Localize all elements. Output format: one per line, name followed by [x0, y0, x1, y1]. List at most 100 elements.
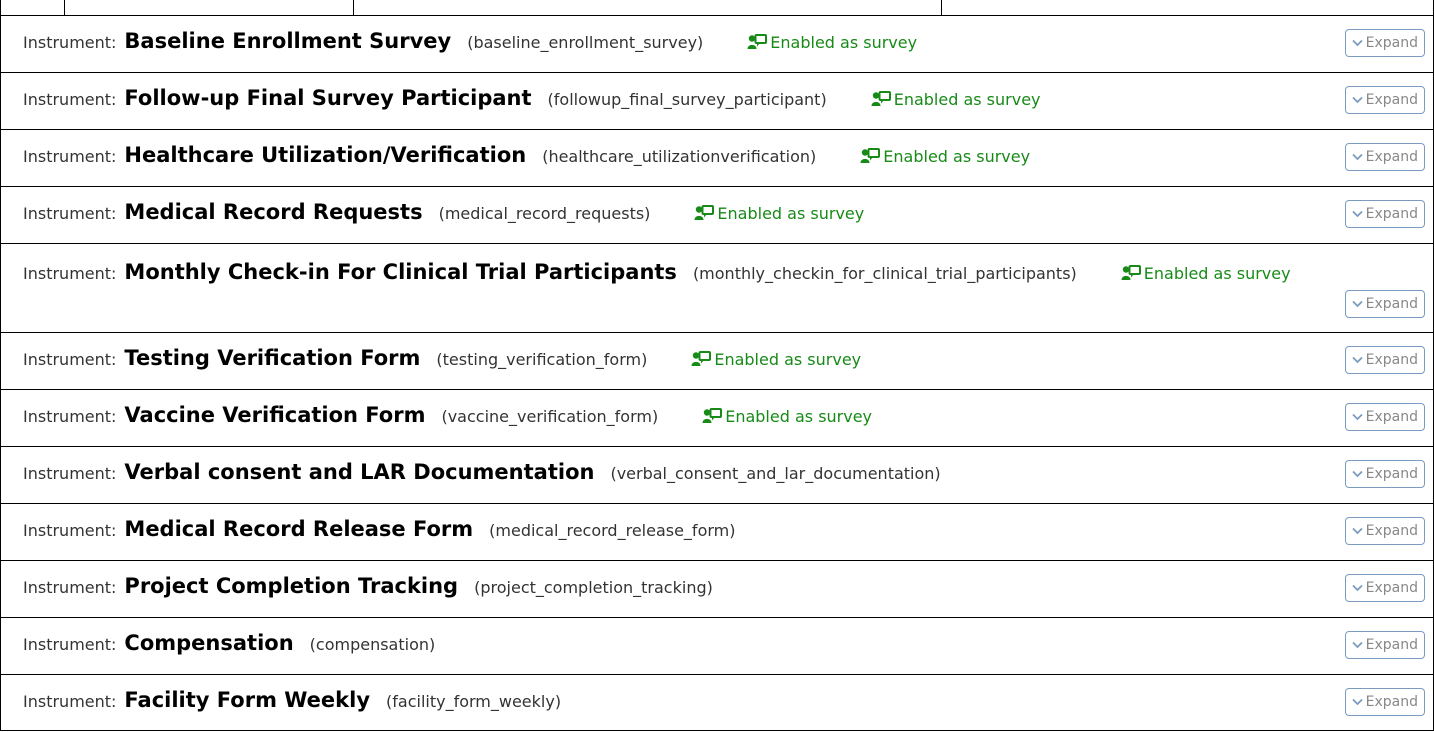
chevron-down-icon — [1352, 96, 1363, 104]
instrument-label: Instrument: — [23, 147, 117, 166]
chevron-down-icon — [1352, 153, 1363, 161]
expand-button[interactable]: Expand — [1344, 688, 1425, 716]
instrument-row: Instrument: Follow-up Final Survey Partic… — [1, 73, 1433, 130]
instrument-info: Instrument: Follow-up Final Survey Partic… — [23, 86, 1041, 110]
survey-icon — [702, 408, 723, 423]
instrument-row: Instrument: Medical Record Release Form (m… — [1, 504, 1433, 561]
instrument-row: Instrument: Project Completion Tracking (p… — [1, 561, 1433, 618]
expand-button[interactable]: Expand — [1344, 86, 1425, 114]
instrument-info: Instrument: Vaccine Verification Form (vac… — [23, 403, 872, 427]
instrument-label: Instrument: — [23, 578, 117, 597]
expand-button[interactable]: Expand — [1344, 200, 1425, 228]
instrument-label: Instrument: — [23, 264, 117, 283]
expand-button-label: Expand — [1365, 149, 1418, 165]
instrument-row: Instrument: Compensation (compensation) Exp… — [1, 618, 1433, 675]
instrument-row: Instrument: Medical Record Requests (medic… — [1, 187, 1433, 244]
expand-button-label: Expand — [1365, 296, 1418, 312]
expand-button[interactable]: Expand — [1344, 143, 1425, 171]
expand-button[interactable]: Expand — [1344, 346, 1425, 374]
survey-enabled-badge: Enabled as survey — [694, 203, 864, 223]
survey-enabled-badge: Enabled as survey — [747, 32, 917, 52]
instrument-title: Medical Record Release Form — [124, 517, 474, 541]
instrument-title: Follow-up Final Survey Participant — [124, 86, 532, 110]
instrument-variable-name: (medical_record_requests) — [438, 204, 651, 223]
instrument-title: Healthcare Utilization/Verification — [124, 143, 527, 167]
expand-button-label: Expand — [1365, 580, 1418, 596]
instrument-info: Instrument: Facility Form Weekly (facility… — [23, 688, 605, 712]
chevron-down-icon — [1352, 641, 1363, 649]
instrument-label: Instrument: — [23, 33, 117, 52]
instrument-label: Instrument: — [23, 407, 117, 426]
instrument-variable-name: (monthly_checkin_for_clinical_trial_part… — [692, 264, 1077, 283]
expand-button[interactable]: Expand — [1344, 403, 1425, 431]
chevron-down-icon — [1352, 413, 1363, 421]
expand-button-label: Expand — [1365, 92, 1418, 108]
instrument-row: Instrument: Testing Verification Form (tes… — [1, 333, 1433, 390]
instrument-row: Instrument: Baseline Enrollment Survey (ba… — [1, 16, 1433, 73]
instrument-variable-name: (verbal_consent_and_lar_documentation) — [610, 464, 941, 483]
instrument-variable-name: (baseline_enrollment_survey) — [467, 33, 704, 52]
expand-button-label: Expand — [1365, 466, 1418, 482]
survey-icon — [860, 148, 881, 163]
expand-button[interactable]: Expand — [1344, 631, 1425, 659]
expand-button[interactable]: Expand — [1344, 574, 1425, 602]
expand-button[interactable]: Expand — [1344, 460, 1425, 488]
instrument-label: Instrument: — [23, 635, 117, 654]
chevron-down-icon — [1352, 584, 1363, 592]
chevron-down-icon — [1352, 470, 1363, 478]
chevron-down-icon — [1352, 39, 1363, 47]
instrument-title: Verbal consent and LAR Documentation — [124, 460, 595, 484]
instrument-label: Instrument: — [23, 464, 117, 483]
instrument-row: Instrument: Vaccine Verification Form (vac… — [1, 390, 1433, 447]
instrument-row: Instrument: Facility Form Weekly (facility… — [1, 675, 1433, 730]
expand-button-label: Expand — [1365, 35, 1418, 51]
instrument-variable-name: (medical_record_release_form) — [489, 521, 736, 540]
expand-button-label: Expand — [1365, 409, 1418, 425]
instrument-title: Compensation — [124, 631, 294, 655]
survey-enabled-text: Enabled as survey — [770, 33, 918, 52]
expand-button[interactable]: Expand — [1344, 517, 1425, 545]
instrument-label: Instrument: — [23, 692, 117, 711]
instrument-variable-name: (project_completion_tracking) — [474, 578, 713, 597]
instrument-variable-name: (facility_form_weekly) — [386, 692, 562, 711]
instrument-label: Instrument: — [23, 204, 117, 223]
instrument-variable-name: (vaccine_verification_form) — [441, 407, 659, 426]
instrument-variable-name: (healthcare_utilizationverification) — [542, 147, 817, 166]
expand-button-label: Expand — [1365, 637, 1418, 653]
instrument-variable-name: (testing_verification_form) — [436, 350, 648, 369]
survey-enabled-text: Enabled as survey — [1143, 264, 1291, 283]
chevron-down-icon — [1352, 527, 1363, 535]
survey-icon — [691, 351, 712, 366]
table-header-edge — [0, 0, 1434, 15]
survey-enabled-badge: Enabled as survey — [1121, 263, 1291, 283]
instrument-title: Vaccine Verification Form — [124, 403, 426, 427]
survey-enabled-badge: Enabled as survey — [691, 349, 861, 369]
survey-enabled-text: Enabled as survey — [714, 350, 862, 369]
instrument-info: Instrument: Testing Verification Form (tes… — [23, 346, 861, 370]
instrument-label: Instrument: — [23, 350, 117, 369]
expand-button-label: Expand — [1365, 694, 1418, 710]
instrument-title: Baseline Enrollment Survey — [124, 29, 452, 53]
survey-icon — [694, 205, 715, 220]
instrument-row: Instrument: Verbal consent and LAR Docume… — [1, 447, 1433, 504]
survey-enabled-badge: Enabled as survey — [860, 146, 1030, 166]
instrument-variable-name: (compensation) — [309, 635, 436, 654]
survey-icon — [871, 91, 891, 106]
expand-button[interactable]: Expand — [1344, 290, 1425, 318]
instrument-info: Instrument: Baseline Enrollment Survey (ba… — [23, 29, 917, 53]
survey-enabled-text: Enabled as survey — [893, 90, 1041, 109]
survey-enabled-badge: Enabled as survey — [871, 89, 1041, 109]
chevron-down-icon — [1352, 698, 1363, 706]
chevron-down-icon — [1352, 210, 1363, 218]
instrument-title: Testing Verification Form — [124, 346, 421, 370]
expand-button-label: Expand — [1365, 206, 1418, 222]
instrument-row: Instrument: Monthly Check-in For Clinical… — [1, 244, 1433, 333]
survey-icon — [747, 34, 768, 49]
expand-button[interactable]: Expand — [1344, 29, 1425, 57]
survey-enabled-text: Enabled as survey — [725, 407, 873, 426]
instrument-label: Instrument: — [23, 521, 117, 540]
instrument-list: Instrument: Baseline Enrollment Survey (ba… — [0, 15, 1434, 731]
instrument-title: Facility Form Weekly — [124, 688, 371, 712]
instrument-row: Instrument: Healthcare Utilization/Verifi… — [1, 130, 1433, 187]
expand-button-label: Expand — [1365, 352, 1418, 368]
